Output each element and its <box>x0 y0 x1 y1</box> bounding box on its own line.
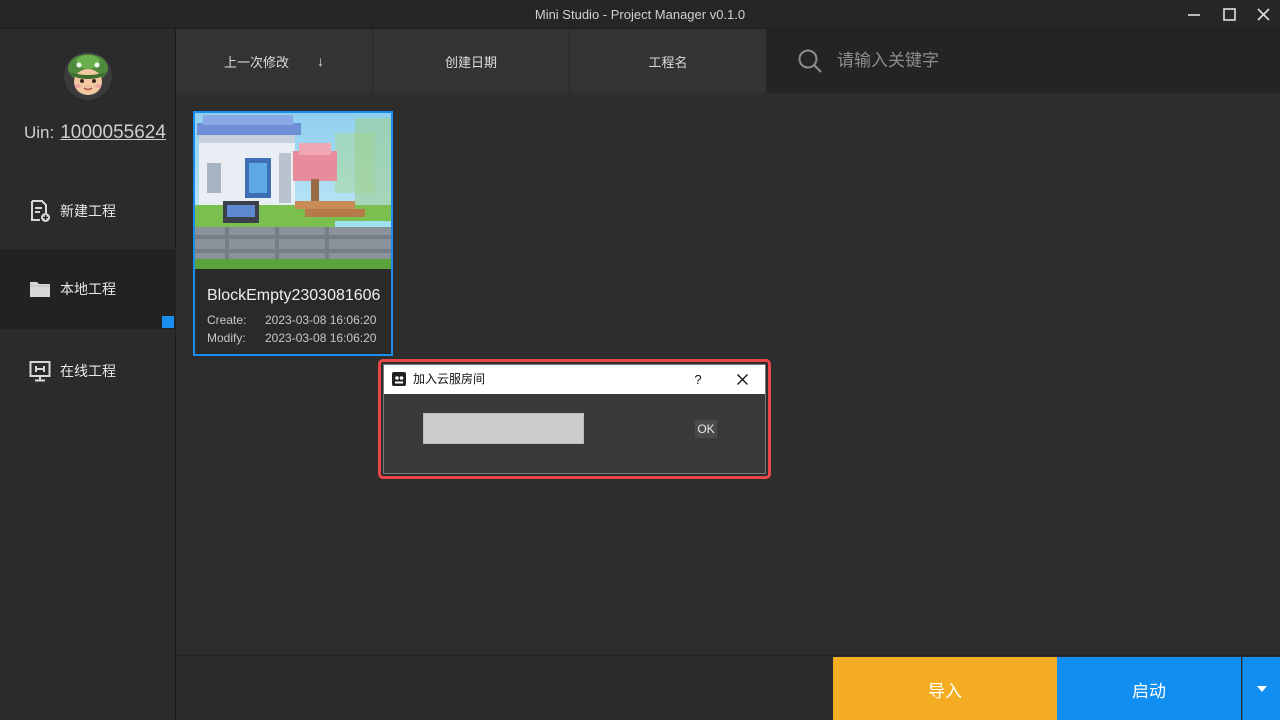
launch-dropdown-button[interactable] <box>1242 657 1280 720</box>
join-cloud-room-dialog: 加入云服房间 ? OK <box>383 364 766 474</box>
sort-label: 工程名 <box>648 54 688 70</box>
app-icon <box>392 372 406 386</box>
launch-button[interactable]: 启动 <box>1057 657 1241 720</box>
toolbar: 上一次修改 ↓ 创建日期 工程名 <box>176 29 1280 93</box>
modified-value: 2023-03-08 16:06:20 <box>265 331 377 345</box>
import-button[interactable]: 导入 <box>833 657 1057 720</box>
sort-down-arrow-icon: ↓ <box>317 53 324 69</box>
new-project-icon <box>28 199 52 223</box>
project-card[interactable]: BlockEmpty2303081606 Create: 2023-03-08 1… <box>193 111 393 356</box>
dialog-close-button[interactable] <box>730 365 754 394</box>
sort-project-name-button[interactable]: 工程名 <box>570 29 767 93</box>
close-icon <box>736 374 748 385</box>
maximize-button[interactable] <box>1212 0 1246 29</box>
uin-label: Uin: <box>24 123 55 142</box>
sort-last-modified-button[interactable]: 上一次修改 ↓ <box>176 29 373 93</box>
search-box <box>767 29 1280 93</box>
nav-label: 本地工程 <box>60 281 116 297</box>
maximize-icon <box>1222 8 1236 21</box>
dialog-title-bar: 加入云服房间 ? <box>384 365 765 394</box>
nav-local-project[interactable]: 本地工程 <box>0 249 176 329</box>
uin-value-link[interactable]: 1000055624 <box>60 122 166 143</box>
ok-button[interactable]: OK <box>695 420 717 438</box>
bottom-bar: 导入 启动 <box>176 655 1280 720</box>
monitor-icon <box>28 359 52 383</box>
search-input[interactable] <box>837 51 1257 71</box>
sidebar: Uin: 1000055624 新建工程 本地工程 在线工程 <box>0 29 176 720</box>
active-indicator <box>162 316 174 328</box>
created-value: 2023-03-08 16:06:20 <box>265 313 377 327</box>
minimize-icon <box>1188 13 1200 16</box>
nav-new-project[interactable]: 新建工程 <box>0 171 176 251</box>
folder-icon <box>28 277 52 301</box>
nav-label: 在线工程 <box>60 363 116 379</box>
uin-row: Uin: 1000055624 <box>24 122 166 144</box>
caret-down-icon <box>1256 686 1267 692</box>
created-label: Create: <box>207 313 247 327</box>
minimize-button[interactable] <box>1177 0 1211 29</box>
title-bar: Mini Studio - Project Manager v0.1.0 <box>0 0 1280 29</box>
nav-online-project[interactable]: 在线工程 <box>0 331 176 411</box>
close-icon <box>1256 8 1270 21</box>
modified-label: Modify: <box>207 331 246 345</box>
sort-label: 创建日期 <box>444 54 497 70</box>
avatar[interactable] <box>64 52 112 100</box>
close-button[interactable] <box>1246 0 1280 29</box>
help-button[interactable]: ? <box>688 365 708 394</box>
sort-label: 上一次修改 <box>223 54 289 70</box>
project-modified: Modify: 2023-03-08 16:06:20 <box>207 331 376 345</box>
dialog-title: 加入云服房间 <box>413 372 486 386</box>
project-name: BlockEmpty2303081606 <box>207 287 381 304</box>
room-id-input[interactable] <box>423 413 584 444</box>
search-icon <box>798 49 822 73</box>
sort-created-date-button[interactable]: 创建日期 <box>373 29 570 93</box>
project-thumbnail <box>195 113 391 269</box>
nav-label: 新建工程 <box>60 203 116 219</box>
window-title: Mini Studio - Project Manager v0.1.0 <box>534 7 746 22</box>
project-created: Create: 2023-03-08 16:06:20 <box>207 313 376 327</box>
